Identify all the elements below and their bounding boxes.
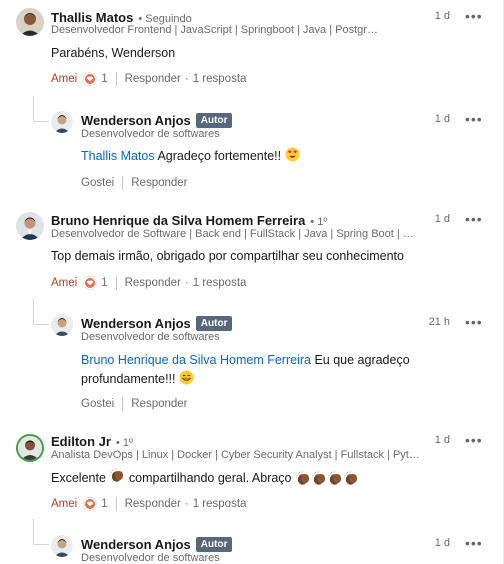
comment-actions: Amei 1 Responder · 1 resposta [51, 72, 246, 86]
reply-text: Thallis Matos Agradeço fortemente!! [81, 147, 300, 168]
mention-link[interactable]: Thallis Matos [81, 149, 155, 163]
author-name[interactable]: Wenderson Anjos [81, 316, 191, 331]
clap-emoji [110, 468, 125, 489]
grin-emoji [179, 370, 194, 391]
connection-degree: • 1º [310, 216, 328, 228]
clap-emoji [311, 471, 325, 485]
mention-link[interactable]: Bruno Henrique da Silva Homem Ferreira [81, 353, 311, 367]
thread-line [33, 96, 34, 122]
comment-actions: Amei 1 Responder · 1 resposta [51, 276, 246, 290]
avatar-bruno[interactable] [16, 212, 44, 240]
comment-time: 1 d [434, 213, 450, 225]
reply-text-content: Agradeço fortemente!! [157, 149, 282, 163]
author-headline: Desenvolvedor de Software | Back end | F… [51, 228, 421, 240]
comments-feed: Thallis Matos • Seguindo Desenvolvedor F… [0, 0, 504, 564]
like-button[interactable]: Gostei [81, 398, 114, 410]
love-button[interactable]: Amei [51, 73, 77, 85]
clap-emoji-group [295, 471, 359, 486]
avatar-wenderson[interactable] [51, 314, 73, 336]
reply-button[interactable]: Responder [125, 73, 181, 85]
thread-line [33, 298, 34, 325]
reply-header: Wenderson Anjos Autor [81, 316, 233, 331]
reply-button[interactable]: Responder [125, 498, 181, 510]
divider [122, 176, 124, 190]
comment-time: 1 d [434, 434, 450, 446]
avatar-edilton[interactable] [16, 434, 44, 462]
author-badge: Autor [195, 113, 233, 128]
dot-separator: · [184, 73, 189, 85]
reply-header: Wenderson Anjos Autor [81, 537, 233, 552]
heart-eyes-emoji [285, 147, 300, 168]
author-name[interactable]: Wenderson Anjos [81, 537, 191, 552]
love-button[interactable]: Amei [51, 277, 77, 289]
heart-reaction-icon [83, 497, 98, 511]
reply-header: Wenderson Anjos Autor [81, 113, 233, 128]
reaction-count[interactable]: 1 [101, 277, 107, 289]
reply-button[interactable]: Responder [125, 277, 181, 289]
comment-header: Thallis Matos • Seguindo [51, 10, 192, 25]
more-icon[interactable]: ••• [465, 535, 483, 551]
thread-branch [33, 544, 49, 545]
author-headline: Desenvolvedor de softwares [81, 552, 220, 564]
author-badge: Autor [195, 537, 233, 552]
author-name[interactable]: Wenderson Anjos [81, 113, 191, 128]
reaction-count[interactable]: 1 [101, 498, 107, 510]
replies-count[interactable]: 1 resposta [193, 498, 247, 510]
dot-separator: · [184, 277, 189, 289]
comment-time: 1 d [434, 10, 450, 22]
connection-degree: • 1º [115, 437, 133, 449]
thread-branch [33, 121, 49, 122]
comment-text-after: compartilhando geral. Abraço [128, 471, 292, 485]
comment-text: Excelente compartilhando geral. Abraço [51, 468, 359, 489]
heart-reaction-icon [83, 276, 98, 290]
avatar-wenderson[interactable] [51, 535, 73, 557]
author-name[interactable]: Thallis Matos [51, 10, 133, 25]
replies-count[interactable]: 1 resposta [193, 73, 247, 85]
thread-line [33, 519, 34, 545]
author-headline: Desenvolvedor de softwares [81, 128, 220, 140]
comment-actions: Amei 1 Responder · 1 resposta [51, 497, 246, 511]
like-button[interactable]: Gostei [81, 177, 114, 189]
divider [115, 497, 117, 511]
divider [115, 276, 117, 290]
avatar-wenderson[interactable] [51, 111, 73, 133]
thread-branch [33, 324, 49, 325]
more-icon[interactable]: ••• [465, 432, 483, 448]
reaction-count[interactable]: 1 [101, 73, 107, 85]
avatar-thallis[interactable] [16, 8, 44, 36]
love-button[interactable]: Amei [51, 498, 77, 510]
heart-reaction-icon [83, 72, 98, 86]
comment-text: Parabéns, Wenderson [51, 46, 176, 60]
author-headline: Desenvolvedor de softwares [81, 331, 220, 343]
more-icon[interactable]: ••• [465, 314, 483, 330]
clap-emoji [343, 471, 357, 485]
replies-count[interactable]: 1 resposta [193, 277, 247, 289]
reply-actions: Gostei Responder [81, 176, 188, 190]
comment-time: 1 d [434, 113, 450, 125]
reply-actions: Gostei Responder [81, 397, 188, 411]
author-name[interactable]: Edilton Jr [51, 434, 111, 449]
author-badge: Autor [195, 316, 233, 331]
more-icon[interactable]: ••• [465, 8, 483, 24]
reply-button[interactable]: Responder [131, 177, 187, 189]
dot-separator: · [184, 498, 189, 510]
clap-emoji [295, 471, 309, 485]
author-name[interactable]: Bruno Henrique da Silva Homem Ferreira [51, 213, 305, 228]
divider [115, 72, 117, 86]
comment-header: Bruno Henrique da Silva Homem Ferreira •… [51, 213, 327, 228]
comment-text-before: Excelente [51, 471, 106, 485]
comment-text: Top demais irmão, obrigado por compartil… [51, 249, 404, 263]
comment-header: Edilton Jr • 1º [51, 434, 133, 449]
clap-emoji [327, 471, 341, 485]
author-headline: Desenvolvedor Frontend | JavaScript | Sp… [51, 24, 381, 36]
comment-time: 1 d [434, 537, 450, 549]
comment-time: 21 h [428, 316, 450, 328]
reply-text: Bruno Henrique da Silva Homem Ferreira E… [81, 351, 421, 391]
author-headline: Analista DevOps | Linux | Docker | Cyber… [51, 449, 421, 461]
reply-button[interactable]: Responder [131, 398, 187, 410]
divider [122, 397, 124, 411]
more-icon[interactable]: ••• [465, 111, 483, 127]
more-icon[interactable]: ••• [465, 211, 483, 227]
